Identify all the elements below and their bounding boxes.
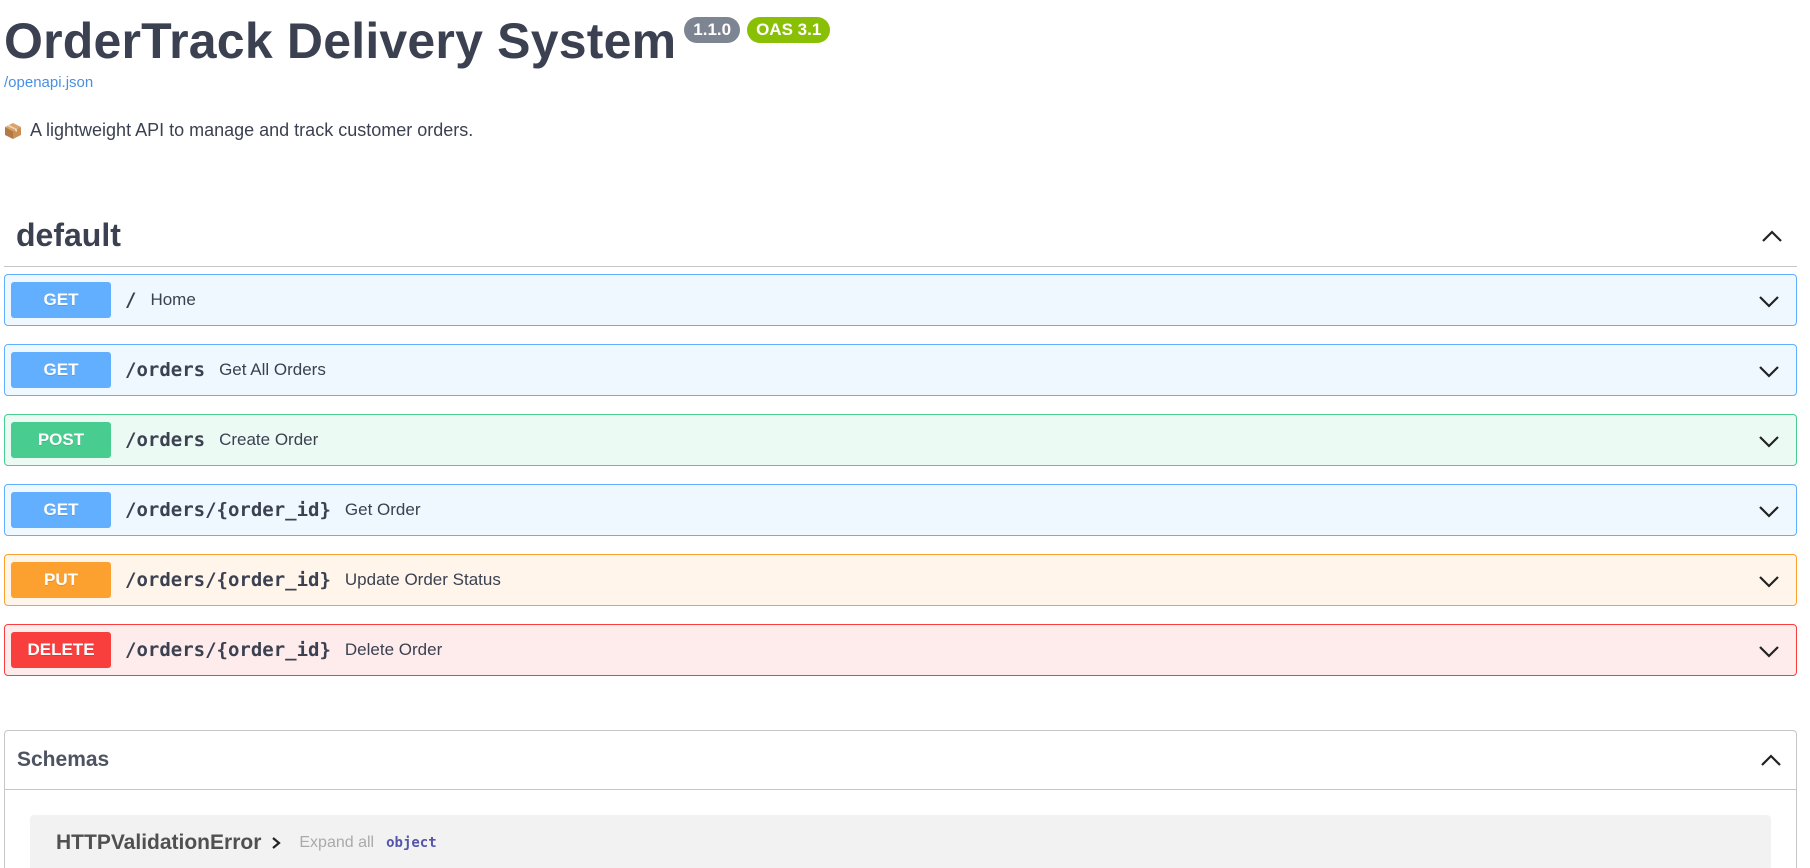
openapi-json-link[interactable]: /openapi.json [4, 74, 1104, 92]
tag-header[interactable]: default [4, 205, 1797, 267]
operation-path: / [125, 289, 137, 311]
package-icon [4, 122, 22, 140]
method-badge: GET [11, 492, 111, 528]
operation-summary: Get All Orders [219, 360, 326, 379]
operation-path: /orders/{order_id} [125, 499, 331, 521]
operation-summary: Delete Order [344, 640, 443, 659]
chevron-right-icon[interactable] [269, 836, 283, 850]
operation-delete-order[interactable]: DELETE /orders/{order_id} Delete Order [4, 624, 1797, 676]
description-text: A lightweight API to manage and track cu… [30, 120, 474, 140]
operation-path: /orders [125, 429, 206, 451]
operation-summary: Home [150, 290, 196, 309]
chevron-down-icon[interactable] [1756, 428, 1782, 454]
swagger-page: OrderTrack Delivery System 1.1.0 OAS 3.1… [0, 0, 1810, 868]
method-badge: POST [11, 422, 111, 458]
chevron-up-icon[interactable] [1758, 747, 1784, 773]
title-row: OrderTrack Delivery System 1.1.0 OAS 3.1 [4, 8, 1104, 74]
operation-get-home[interactable]: GET / Home [4, 274, 1797, 326]
model-name[interactable]: HTTPValidationError [56, 831, 261, 855]
operation-get-order[interactable]: GET /orders/{order_id} Get Order [4, 484, 1797, 536]
operation-summary: Get Order [344, 500, 421, 519]
chevron-down-icon[interactable] [1756, 638, 1782, 664]
model-row-httpvalidationerror[interactable]: HTTPValidationError Expand all object [30, 815, 1771, 868]
api-info: OrderTrack Delivery System 1.1.0 OAS 3.1… [4, 8, 1104, 141]
schemas-title: Schemas [17, 748, 110, 771]
operation-put-order[interactable]: PUT /orders/{order_id} Update Order Stat… [4, 554, 1797, 606]
chevron-down-icon[interactable] [1756, 568, 1782, 594]
chevron-down-icon[interactable] [1756, 358, 1782, 384]
tag-section-default: default GET / Home GET /orders Get All O… [4, 205, 1797, 694]
method-badge: DELETE [11, 632, 111, 668]
operation-path: /orders [125, 359, 206, 381]
method-badge: GET [11, 282, 111, 318]
method-badge: PUT [11, 562, 111, 598]
operation-post-orders[interactable]: POST /orders Create Order [4, 414, 1797, 466]
badges: 1.1.0 OAS 3.1 [684, 17, 837, 43]
operation-summary: Create Order [219, 430, 319, 449]
chevron-up-icon[interactable] [1759, 223, 1785, 249]
operation-path: /orders/{order_id} [125, 639, 331, 661]
schemas-section: Schemas HTTPValidationError Expand all o… [4, 730, 1797, 868]
api-title: OrderTrack Delivery System [4, 13, 677, 69]
tag-name: default [16, 217, 121, 253]
operation-get-orders[interactable]: GET /orders Get All Orders [4, 344, 1797, 396]
operations-list: GET / Home GET /orders Get All Orders PO… [4, 274, 1797, 694]
schemas-header[interactable]: Schemas [5, 731, 1796, 790]
operation-path: /orders/{order_id} [125, 569, 331, 591]
model-type: object [386, 835, 437, 851]
chevron-down-icon[interactable] [1756, 498, 1782, 524]
method-badge: GET [11, 352, 111, 388]
api-description: A lightweight API to manage and track cu… [4, 120, 1104, 141]
oas-badge: OAS 3.1 [747, 17, 831, 43]
version-badge: 1.1.0 [684, 17, 741, 43]
expand-all-button[interactable]: Expand all [299, 834, 374, 852]
operation-summary: Update Order Status [344, 570, 501, 589]
chevron-down-icon[interactable] [1756, 288, 1782, 314]
